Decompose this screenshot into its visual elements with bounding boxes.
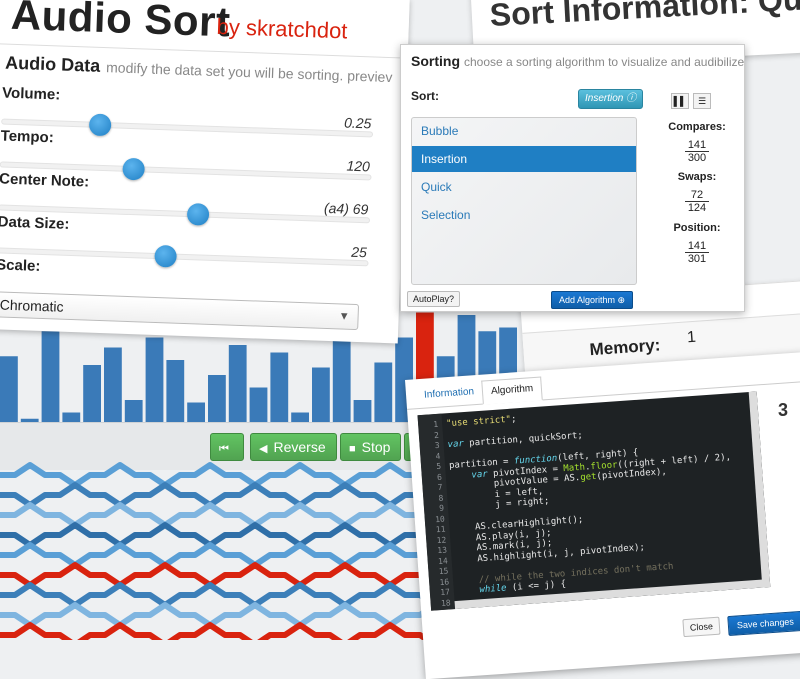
tab-information[interactable]: Information bbox=[415, 381, 483, 410]
algorithm-item-bubble[interactable]: Bubble bbox=[412, 118, 636, 144]
app-byline[interactable]: by skratchdot bbox=[216, 14, 348, 45]
network-strand bbox=[0, 582, 460, 608]
vertical-scrollbar[interactable] bbox=[748, 391, 771, 588]
sorting-heading: Sorting choose a sorting algorithm to vis… bbox=[411, 53, 745, 69]
list-view-toggle[interactable]: ☰ bbox=[693, 93, 711, 109]
info-icon: ⓘ bbox=[626, 93, 637, 104]
chevron-down-icon: ▼ bbox=[338, 310, 350, 323]
selected-algorithm-badge[interactable]: Insertion ⓘ bbox=[578, 89, 644, 109]
line-number: 16 bbox=[439, 576, 450, 587]
autoplay-toggle[interactable]: AutoPlay? bbox=[407, 291, 461, 307]
swaps-value: 72 124 bbox=[667, 189, 727, 214]
bar-chart-icon: ▌▌ bbox=[673, 96, 687, 106]
network-strand bbox=[0, 522, 460, 548]
app-header: Audio Sort by skratchdot bbox=[0, 0, 410, 59]
scale-select[interactable]: Chromatic ▼ bbox=[0, 291, 360, 331]
line-number: 10 bbox=[434, 514, 446, 524]
sort-information-value-fragment: 3 bbox=[778, 400, 789, 420]
algorithm-item-quick[interactable]: Quick bbox=[412, 174, 636, 200]
position-value: 141 301 bbox=[667, 240, 727, 265]
audio-bar bbox=[249, 387, 268, 425]
audio-bar bbox=[312, 367, 330, 425]
line-number: 18 bbox=[440, 597, 451, 608]
network-strand bbox=[0, 542, 460, 568]
sort-information-title: Sort Information: Quic bbox=[488, 0, 800, 33]
close-button[interactable]: Close bbox=[682, 616, 721, 638]
swaps-label: Swaps: bbox=[677, 171, 717, 183]
network-strand bbox=[0, 462, 460, 488]
add-algorithm-button[interactable]: Add Algorithm ⊕ bbox=[551, 291, 634, 309]
save-changes-button[interactable]: Save changes bbox=[727, 610, 800, 637]
audio-bar bbox=[374, 362, 393, 425]
line-number: 6 bbox=[436, 472, 443, 482]
audio-bar bbox=[145, 337, 164, 425]
code-editor[interactable]: 1 "use strict"; 2 3 var partition, quickSort… bbox=[417, 391, 771, 611]
position-label: Position: bbox=[673, 222, 721, 234]
line-number: 14 bbox=[437, 555, 449, 566]
audio-bar bbox=[332, 335, 351, 425]
audio-bar bbox=[166, 360, 185, 425]
line-number: 12 bbox=[436, 535, 447, 545]
sorting-panel: Sorting choose a sorting algorithm to vis… bbox=[400, 44, 745, 312]
line-number: 9 bbox=[438, 503, 445, 513]
audio-bar bbox=[228, 345, 247, 425]
line-number: 15 bbox=[438, 566, 449, 577]
audio-bar bbox=[104, 347, 122, 425]
compares-value: 141 300 bbox=[667, 139, 727, 164]
line-number: 1 bbox=[433, 419, 439, 430]
audio-bar bbox=[208, 375, 226, 425]
algorithm-item-selection[interactable]: Selection bbox=[412, 202, 636, 228]
rewind-icon: ⏮ bbox=[219, 443, 229, 455]
code-line: "use strict"; bbox=[445, 414, 517, 430]
tab-algorithm[interactable]: Algorithm bbox=[481, 376, 544, 405]
network-strand bbox=[0, 502, 460, 528]
audio-data-heading: Audio Data modify the data set you will b… bbox=[4, 52, 393, 86]
line-number: 4 bbox=[435, 451, 441, 461]
network-strand bbox=[0, 602, 460, 628]
audio-bar bbox=[83, 365, 101, 425]
network-strand bbox=[0, 562, 460, 588]
audio-settings-panel: Audio Sort by skratchdot Audio Data modif… bbox=[0, 0, 410, 344]
audio-bar bbox=[41, 331, 60, 425]
algorithm-item-insertion[interactable]: Insertion bbox=[412, 146, 636, 172]
memory-value: 1 bbox=[686, 328, 697, 347]
network-strand bbox=[0, 482, 460, 508]
network-strand bbox=[0, 622, 460, 640]
sorting-network-visualization bbox=[0, 462, 460, 640]
audio-bar bbox=[0, 356, 18, 425]
app-title: Audio Sort bbox=[10, 0, 232, 46]
bar-view-toggle[interactable]: ▌▌ bbox=[671, 93, 689, 109]
algorithm-list: Bubble Insertion Quick Selection bbox=[411, 117, 637, 285]
line-number: 11 bbox=[435, 524, 446, 535]
line-number: 3 bbox=[434, 440, 440, 451]
step-back-icon: ◀ bbox=[259, 443, 268, 455]
audio-bar bbox=[270, 352, 289, 425]
plus-circle-icon: ⊕ bbox=[617, 295, 626, 305]
volume-control: Volume: 0.25 bbox=[1, 84, 374, 138]
line-number: 2 bbox=[433, 430, 440, 440]
line-number: 7 bbox=[437, 482, 443, 492]
code-line: var partition, quickSort; bbox=[447, 430, 584, 451]
list-icon: ☰ bbox=[697, 96, 707, 106]
line-number: 13 bbox=[437, 545, 448, 556]
stop-icon: ■ bbox=[349, 443, 356, 455]
line-number: 8 bbox=[438, 493, 444, 503]
algorithm-code-panel: Information Algorithm 1 "use strict"; 2 3 va… bbox=[405, 352, 800, 679]
line-number: 17 bbox=[439, 587, 451, 598]
sort-label: Sort: bbox=[411, 89, 439, 103]
compares-label: Compares: bbox=[668, 121, 726, 133]
line-number: 5 bbox=[435, 461, 442, 472]
